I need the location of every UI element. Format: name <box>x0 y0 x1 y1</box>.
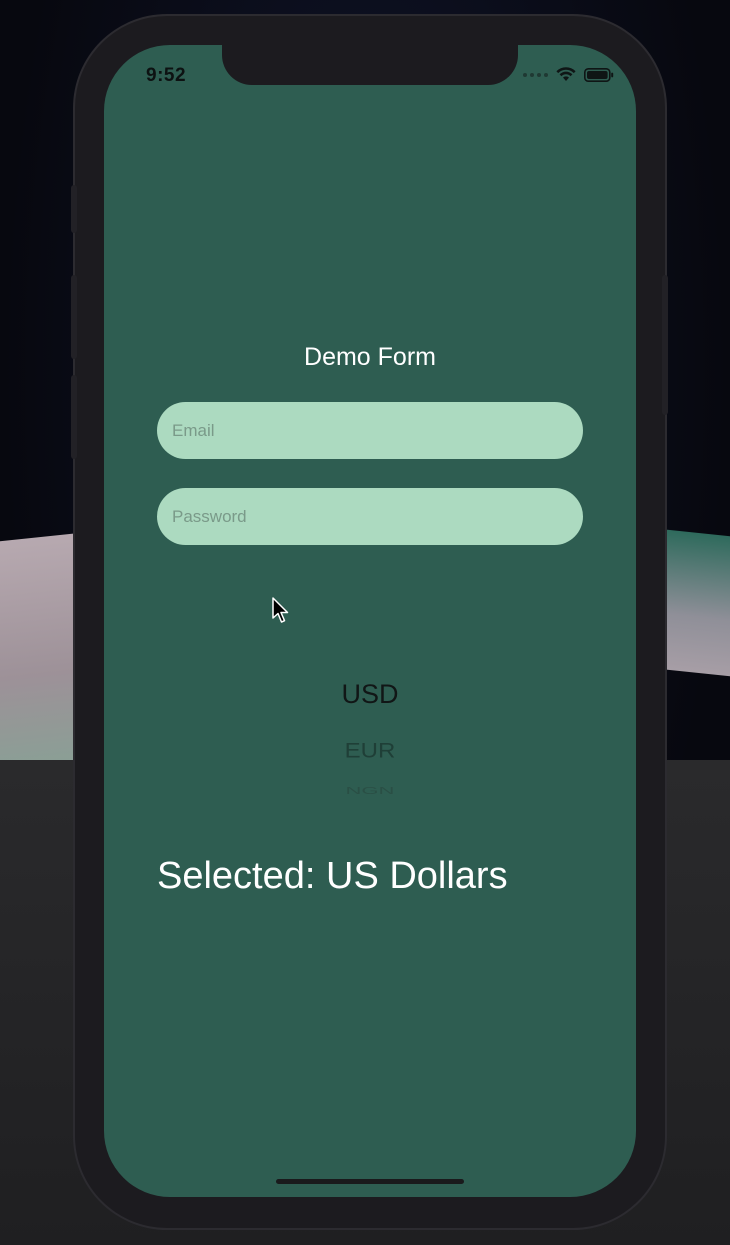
signal-dots-icon <box>523 72 548 77</box>
picker-option-eur[interactable]: EUR <box>270 738 470 763</box>
mute-switch <box>71 185 77 233</box>
power-button <box>662 275 668 415</box>
home-indicator[interactable] <box>276 1179 464 1184</box>
battery-icon <box>584 67 614 82</box>
currency-picker[interactable]: USD EUR NGN <box>270 665 470 805</box>
wifi-icon <box>556 67 576 81</box>
email-field[interactable] <box>157 402 583 459</box>
phone-screen: 9:52 Demo Form USD EUR NGN Select <box>104 45 636 1197</box>
picker-option-ngn[interactable]: NGN <box>270 785 470 797</box>
volume-up-button <box>71 275 77 359</box>
notch <box>222 45 518 85</box>
form-title: Demo Form <box>304 343 436 371</box>
selected-currency-label: Selected: US Dollars <box>157 855 508 897</box>
volume-down-button <box>71 375 77 459</box>
picker-option-usd[interactable]: USD <box>270 679 470 710</box>
mouse-pointer-icon <box>272 597 289 623</box>
desktop-background: 9:52 Demo Form USD EUR NGN Select <box>0 0 730 1245</box>
status-time: 9:52 <box>146 65 187 86</box>
status-icons <box>523 67 614 82</box>
password-field[interactable] <box>157 488 583 545</box>
